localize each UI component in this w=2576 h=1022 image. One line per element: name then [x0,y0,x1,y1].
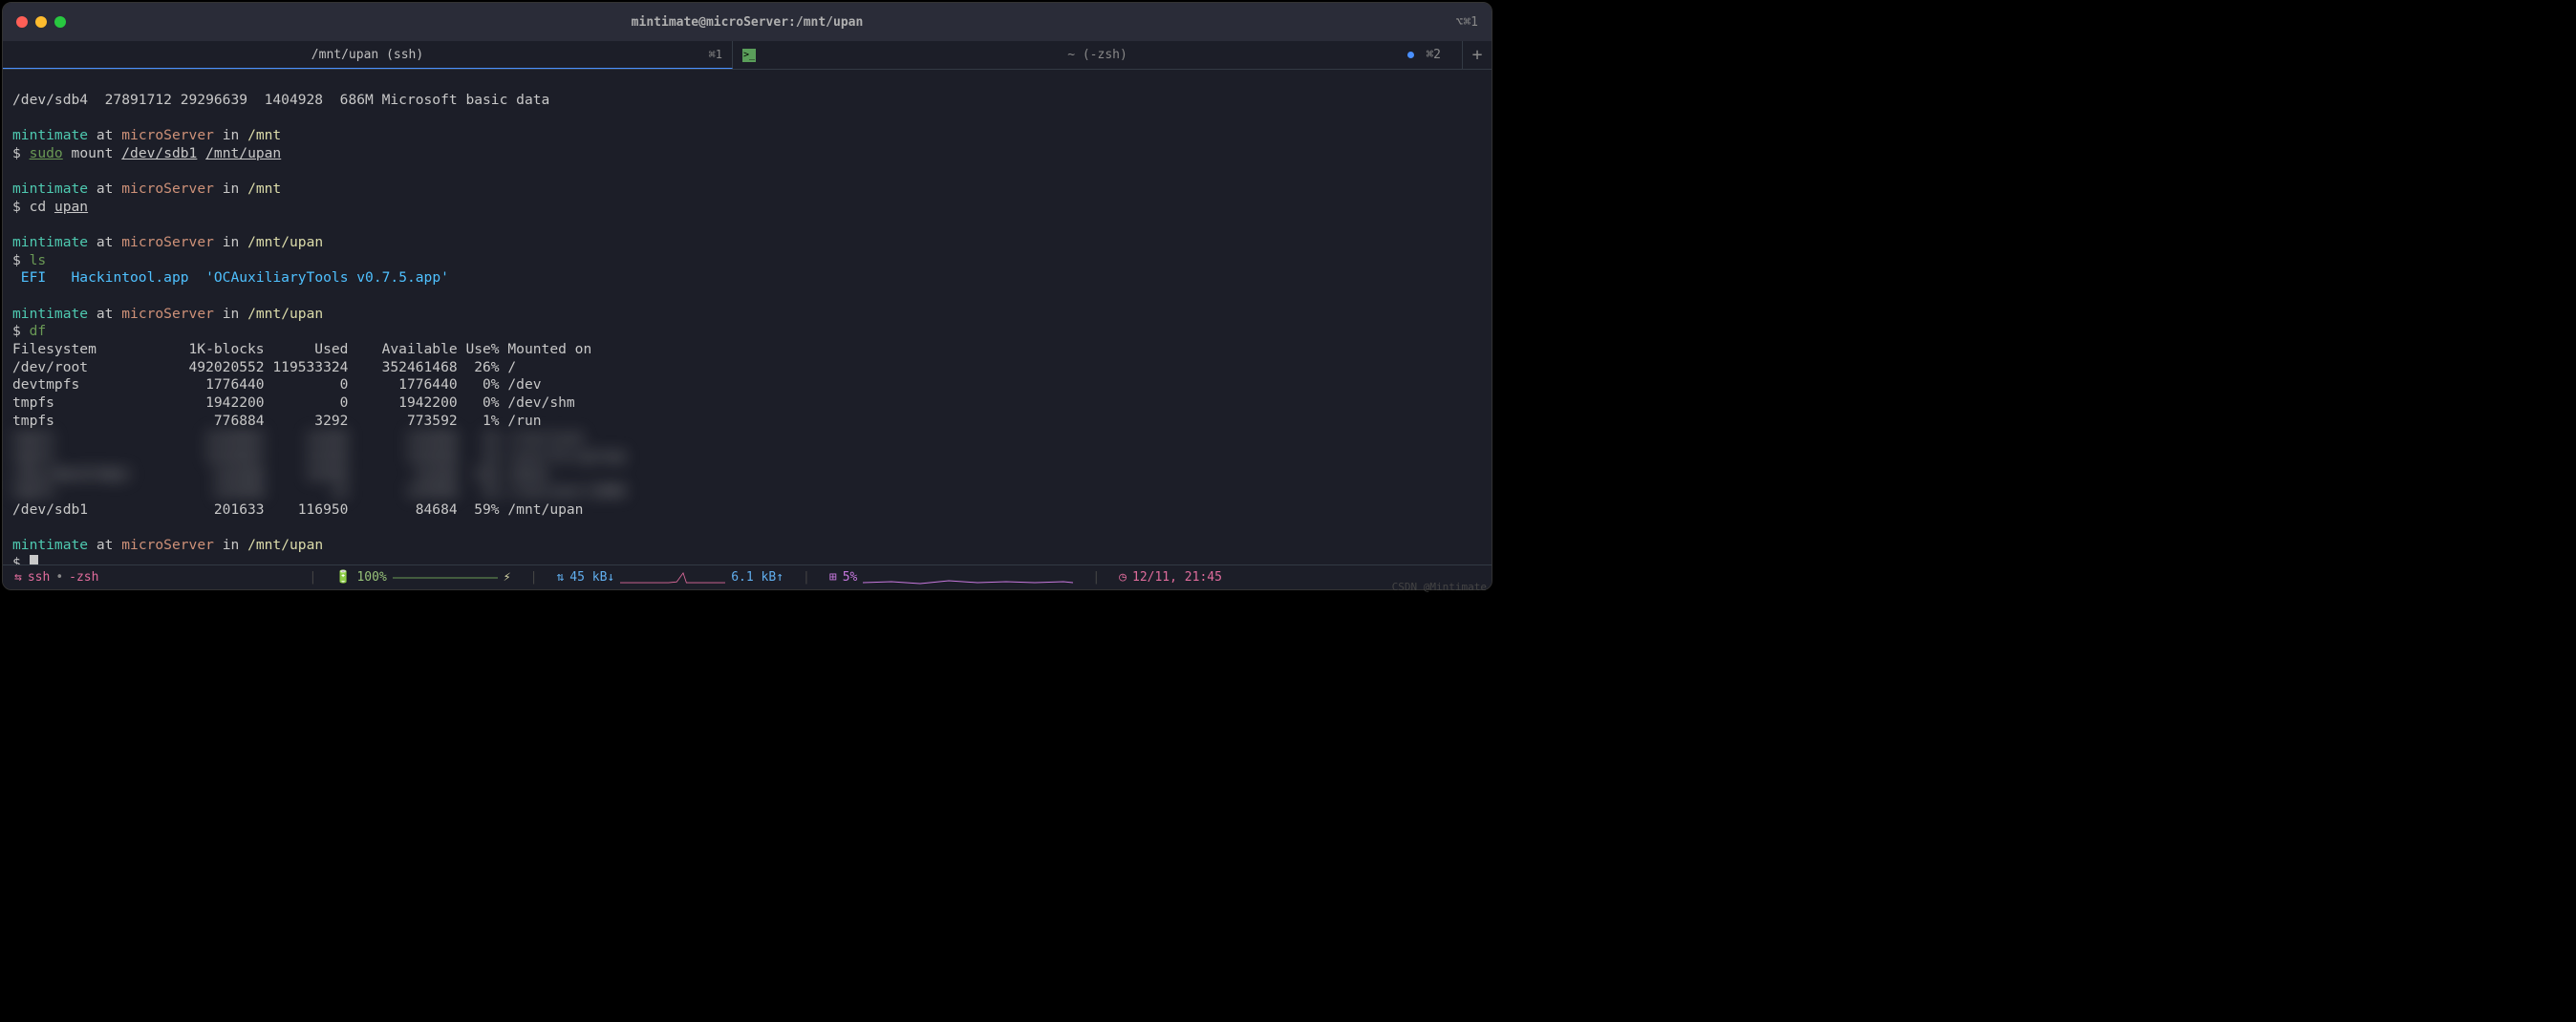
clock-icon: ◷ [1119,570,1127,585]
prompt-user: mintimate [12,181,88,197]
ls-ocaux: 'OCAuxiliaryTools v0.7.5.app' [205,269,449,286]
prompt-host: microServer [121,234,214,250]
df-header: Filesystem 1K-blocks Used Available Use%… [12,341,591,357]
ls-efi: EFI [12,269,46,286]
status-battery: 🔋 100% ⚡ [335,569,510,586]
watermark: CSDN @Mintimate [1392,581,1487,593]
traffic-lights [16,16,66,28]
time-text: 12/11, 21:45 [1132,570,1222,585]
tab-zsh[interactable]: >_ ~ (-zsh) ⌘2 [733,41,1463,69]
net-up: 6.1 kB↑ [731,570,784,585]
prompt-at: at [97,127,114,143]
separator: | [530,570,538,585]
arg-dev: /dev/sdb1 [121,145,197,161]
prompt-at: at [97,181,114,197]
net-down: 45 kB↓ [569,570,614,585]
output-line: /dev/sdb4 27891712 29296639 1404928 686M… [12,92,549,108]
prompt-path: /mnt/upan [247,306,323,322]
close-button[interactable] [16,16,28,28]
cmd-df: df [30,323,47,339]
maximize-button[interactable] [54,16,66,28]
battery-text: 100% [356,570,386,585]
df-row: tmpfs 776884 3292 773592 1% /run [12,413,542,429]
prompt-at: at [97,306,114,322]
prompt-path: /mnt/upan [247,537,323,553]
terminal-window: mintimate@microServer:/mnt/upan ⌥⌘1 /mnt… [2,2,1492,590]
prompt-user: mintimate [12,234,88,250]
df-row: /dev/root 492020552 119533324 352461468 … [12,359,516,375]
prompt-in: in [223,537,240,553]
prompt-in: in [223,306,240,322]
terminal-icon: >_ [742,49,756,62]
tab-indicator-icon [1407,52,1414,58]
df-row: devtmpfs 1776440 0 1776440 0% /dev [12,376,542,393]
prompt-in: in [223,181,240,197]
status-network: ⇅ 45 kB↓ 6.1 kB↑ [556,569,784,586]
prompt-user: mintimate [12,537,88,553]
prompt-host: microServer [121,127,214,143]
cmd-ls: ls [30,252,47,268]
cursor [30,555,38,564]
new-tab-button[interactable]: + [1463,41,1492,69]
network-icon: ⇆ [14,570,22,585]
separator: | [1092,570,1100,585]
lightning-icon: ⚡ [504,570,511,585]
prompt-in: in [223,127,240,143]
status-time: ◷ 12/11, 21:45 [1119,570,1222,585]
df-row: /dev/sdb1 201633 116950 84684 59% /mnt/u… [12,501,583,518]
separator: | [803,570,810,585]
cmd-sudo: sudo [30,145,63,161]
prompt-path: /mnt [247,181,281,197]
cmd-mount: mount [72,145,114,161]
prompt-user: mintimate [12,127,88,143]
tab-ssh[interactable]: /mnt/upan (ssh) ⌘1 [3,41,733,69]
arg-path: /mnt/upan [205,145,281,161]
terminal-body[interactable]: /dev/sdb4 27891712 29296639 1404928 686M… [3,70,1492,564]
ls-hacktool: Hackintool.app [72,269,189,286]
prompt-symbol: $ [12,199,30,215]
prompt-symbol: $ [12,145,30,161]
battery-sparkline [393,569,498,586]
prompt-host: microServer [121,537,214,553]
df-row: tmpfs 1942200 0 1942200 0% /dev/shm [12,394,575,411]
minimize-button[interactable] [35,16,47,28]
prompt-at: at [97,537,114,553]
prompt-user: mintimate [12,306,88,322]
window-title: mintimate@microServer:/mnt/upan [632,15,864,30]
prompt-in: in [223,234,240,250]
prompt-path: /mnt/upan [247,234,323,250]
cpu-icon: ⊞ [829,570,837,585]
prompt-host: microServer [121,181,214,197]
battery-icon: 🔋 [335,570,351,585]
window-shortcut: ⌥⌘1 [1456,15,1478,30]
status-cpu: ⊞ 5% [829,569,1073,586]
status-ssh-label: ssh [28,570,50,585]
status-ssh: ⇆ ssh • -zsh [14,570,98,585]
cmd-cd: cd [30,199,47,215]
tab-bar: /mnt/upan (ssh) ⌘1 >_ ~ (-zsh) ⌘2 + [3,41,1492,70]
separator: | [309,570,316,585]
prompt-at: at [97,234,114,250]
cpu-text: 5% [843,570,858,585]
status-zsh-label: -zsh [69,570,98,585]
tab-shortcut: ⌘1 [709,48,722,61]
prompt-host: microServer [121,306,214,322]
status-bar: ⇆ ssh • -zsh | 🔋 100% ⚡ | ⇅ 45 kB↓ 6.1 k… [3,564,1492,589]
prompt-symbol: $ [12,252,30,268]
prompt-path: /mnt [247,127,281,143]
df-blurred-rows: tmpfs 1234567 12345 123456 1% /run/lock … [12,430,625,501]
tab-label: ~ (-zsh) [1067,48,1127,62]
network-stat-icon: ⇅ [556,570,564,585]
tab-label: /mnt/upan (ssh) [311,48,423,62]
net-sparkline [620,569,725,586]
titlebar: mintimate@microServer:/mnt/upan ⌥⌘1 [3,3,1492,41]
cpu-sparkline [863,569,1073,586]
tab-shortcut: ⌘2 [1426,48,1441,62]
prompt-symbol: $ [12,555,30,564]
prompt-symbol: $ [12,323,30,339]
arg-upan: upan [54,199,88,215]
